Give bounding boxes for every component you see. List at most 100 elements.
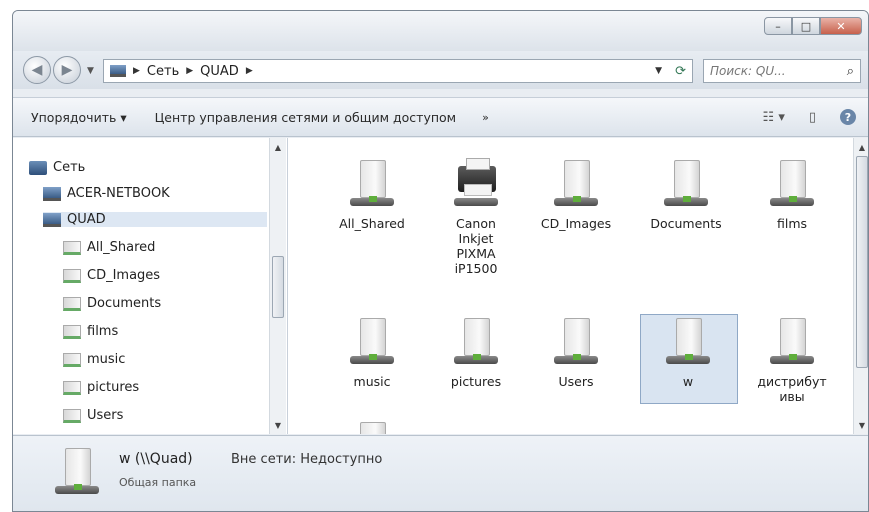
- tree-item-label: CD_Images: [87, 268, 161, 283]
- share-pictures[interactable]: pictures: [428, 316, 524, 389]
- scroll-up-icon[interactable]: ▲: [854, 140, 868, 154]
- computer-icon: [43, 186, 61, 201]
- more-commands-button[interactable]: »: [482, 111, 489, 124]
- scrollbar-thumb[interactable]: [272, 256, 284, 318]
- tree-item-pictures[interactable]: pictures: [63, 380, 139, 395]
- tree-item-films[interactable]: films: [63, 324, 118, 339]
- minimize-button[interactable]: –: [764, 17, 792, 35]
- view-options-icon[interactable]: ☷ ▾: [763, 110, 785, 125]
- item-label: pictures: [450, 374, 502, 389]
- share-w[interactable]: w: [640, 316, 736, 389]
- explorer-window: – □ ✕ ◀ ▶ ▼ ▶ Сеть ▶ QUAD ▶ ▼ ⟳ Поиск: Q…: [12, 10, 869, 512]
- share-distributives[interactable]: дистрибутивы: [744, 316, 840, 404]
- tree-item-label: QUAD: [67, 212, 106, 227]
- item-label: Documents: [650, 216, 722, 231]
- tree-item-label: All_Shared: [87, 240, 156, 255]
- tree-item-quad[interactable]: QUAD: [43, 212, 267, 227]
- navigation-pane: Сеть ACER-NETBOOK QUAD All_Shared CD_Ima…: [13, 138, 288, 434]
- shared-folder-icon: [454, 316, 498, 368]
- tree-item-music[interactable]: music: [63, 352, 125, 367]
- shared-folder-icon: [554, 316, 598, 368]
- scroll-down-icon[interactable]: ▼: [270, 418, 286, 432]
- shared-folder-icon: [63, 408, 81, 423]
- tree-item-acer-netbook[interactable]: ACER-NETBOOK: [43, 186, 170, 201]
- share-films[interactable]: films: [744, 158, 840, 231]
- scroll-down-icon[interactable]: ▼: [854, 418, 868, 432]
- network-icon: [29, 160, 47, 175]
- share-documents[interactable]: Documents: [638, 158, 734, 231]
- details-pane: w (\\Quad) Вне сети: Недоступно Общая па…: [13, 435, 868, 511]
- recent-pages-dropdown[interactable]: ▼: [87, 66, 94, 76]
- tree-item-label: Documents: [87, 296, 162, 311]
- file-list: All_Shared Canon Inkjet PIXMA iP1500 CD_…: [288, 138, 868, 434]
- organize-button[interactable]: Упорядочить ▾: [31, 110, 127, 125]
- breadcrumb-separator-icon: ▶: [245, 66, 253, 76]
- shared-folder-icon: [664, 158, 708, 210]
- tree-item-label: ACER-NETBOOK: [67, 186, 170, 201]
- share-partial[interactable]: [324, 420, 420, 434]
- toolbar-right: ☷ ▾ ▯ ?: [763, 98, 856, 136]
- selected-item-state: Вне сети: Недоступно: [231, 452, 383, 467]
- tree-item-network[interactable]: Сеть: [29, 160, 85, 175]
- share-music[interactable]: music: [324, 316, 420, 389]
- shared-folder-icon: [770, 158, 814, 210]
- caption-buttons: – □ ✕: [764, 17, 862, 35]
- computer-icon: [43, 212, 61, 227]
- tree-item-documents[interactable]: Documents: [63, 296, 161, 311]
- shared-folder-icon: [63, 380, 81, 395]
- address-dropdown-icon[interactable]: ▼: [655, 66, 662, 76]
- back-button[interactable]: ◀: [23, 56, 51, 84]
- share-all-shared[interactable]: All_Shared: [324, 158, 420, 231]
- share-users[interactable]: Users: [528, 316, 624, 389]
- content-scrollbar[interactable]: ▲ ▼: [853, 138, 868, 434]
- tree-item-users[interactable]: Users: [63, 408, 123, 423]
- scroll-up-icon[interactable]: ▲: [270, 140, 286, 154]
- close-button[interactable]: ✕: [820, 17, 862, 35]
- shared-folder-icon: [770, 316, 814, 368]
- search-input[interactable]: Поиск: QU... ⌕: [703, 59, 861, 83]
- preview-pane-icon[interactable]: ▯: [809, 110, 816, 125]
- tree-item-cd-images[interactable]: CD_Images: [63, 268, 160, 283]
- network-center-button[interactable]: Центр управления сетями и общим доступом: [155, 110, 457, 125]
- refresh-icon[interactable]: ⟳: [675, 64, 686, 79]
- scrollbar-thumb[interactable]: [856, 156, 868, 368]
- share-cd-images[interactable]: CD_Images: [528, 158, 624, 231]
- search-icon[interactable]: ⌕: [847, 64, 854, 79]
- address-bar[interactable]: ▶ Сеть ▶ QUAD ▶ ▼ ⟳: [103, 59, 693, 83]
- shared-folder-icon: [63, 296, 81, 311]
- item-label: Canon Inkjet PIXMA iP1500: [454, 216, 498, 276]
- back-arrow-icon: ◀: [31, 62, 43, 78]
- forward-button[interactable]: ▶: [53, 56, 81, 84]
- selected-item-type: Общая папка: [119, 476, 197, 489]
- navpane-scrollbar[interactable]: ▲ ▼: [269, 138, 286, 434]
- shared-folder-icon: [55, 446, 99, 498]
- shared-folder-icon: [350, 316, 394, 368]
- search-placeholder: Поиск: QU...: [710, 64, 786, 78]
- title-bar: – □ ✕: [13, 11, 868, 51]
- tree-item-label: music: [87, 352, 126, 367]
- breadcrumb-separator-icon: ▶: [186, 66, 194, 76]
- breadcrumb-network[interactable]: Сеть: [147, 64, 179, 79]
- item-label: CD_Images: [540, 216, 612, 231]
- item-label: w: [682, 374, 694, 389]
- printer-icon: [454, 158, 498, 210]
- computer-icon: [110, 65, 126, 77]
- shared-folder-icon: [63, 352, 81, 367]
- shared-folder-icon: [350, 158, 394, 210]
- item-label: music: [353, 374, 391, 389]
- tree-item-all-shared[interactable]: All_Shared: [63, 240, 155, 255]
- breadcrumb-quad[interactable]: QUAD: [200, 64, 239, 79]
- shared-folder-icon: [554, 158, 598, 210]
- shared-folder-icon: [63, 240, 81, 255]
- tree-item-label: Users: [87, 408, 124, 423]
- breadcrumb-separator-icon: ▶: [133, 66, 140, 76]
- tree-item-label: pictures: [87, 380, 140, 395]
- maximize-button[interactable]: □: [792, 17, 820, 35]
- printer-canon[interactable]: Canon Inkjet PIXMA iP1500: [428, 158, 524, 276]
- item-label: films: [776, 216, 808, 231]
- address-row: ◀ ▶ ▼ ▶ Сеть ▶ QUAD ▶ ▼ ⟳ Поиск: QU... ⌕: [13, 51, 868, 89]
- shared-folder-icon: [63, 268, 81, 283]
- item-label: дистрибутивы: [757, 374, 827, 404]
- help-icon[interactable]: ?: [840, 109, 856, 125]
- shared-folder-icon: [63, 324, 81, 339]
